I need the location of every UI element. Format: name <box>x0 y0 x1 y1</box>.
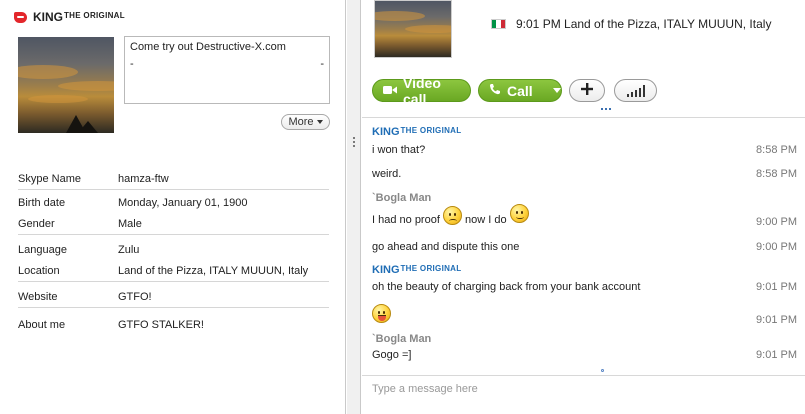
profile-info-group-1: Skype Name hamza-ftw <box>18 168 329 190</box>
field-label: Website <box>18 290 58 303</box>
divider <box>18 189 329 190</box>
mood-line-2-right: - <box>320 58 324 70</box>
profile-avatar <box>18 37 114 133</box>
field-value: Male <box>118 217 142 230</box>
sad-emoticon <box>442 206 462 225</box>
sender-name-suffix: THE ORIGINAL <box>400 126 462 135</box>
conversation-history: KINGTHE ORIGINAL i won that? 8:58 PM wei… <box>362 117 805 374</box>
message-time: 9:01 PM <box>756 281 797 293</box>
call-button[interactable]: Call <box>478 79 562 102</box>
message-text: i won that? <box>372 144 426 156</box>
video-call-label: Video call <box>403 74 441 107</box>
field-value: GTFO STALKER! <box>118 318 204 331</box>
message-text: go ahead and dispute this one <box>372 241 520 253</box>
message-time: 9:01 PM <box>756 314 797 326</box>
field-label: Birth date <box>18 196 66 209</box>
splitter-grip <box>353 137 355 139</box>
sender-name: `Bogla Man <box>372 192 432 204</box>
message-sender: `Bogla Man <box>372 192 797 204</box>
profile-info-group-2: Birth date Monday, January 01, 1900 Gende… <box>18 192 329 235</box>
contact-avatar <box>374 0 452 58</box>
field-value: Land of the Pizza, ITALY MUUUN, Italy <box>118 264 309 277</box>
message-sender: `Bogla Man <box>372 333 797 345</box>
chat-message: oh the beauty of charging back from your… <box>372 281 797 293</box>
video-camera-icon <box>383 84 397 98</box>
sender-name-main: KING <box>372 264 400 276</box>
resize-handle[interactable] <box>601 108 611 110</box>
chat-pane: 9:01 PM Land of the Pizza, ITALY MUUUN, … <box>362 0 805 414</box>
field-label: Location <box>18 264 60 277</box>
mood-line-1: Come try out Destructive-X.com <box>130 41 286 53</box>
message-time: 9:00 PM <box>756 216 797 228</box>
splitter-grip <box>353 145 355 147</box>
chat-header: 9:01 PM Land of the Pizza, ITALY MUUUN, … <box>362 0 805 113</box>
call-label: Call <box>507 82 533 99</box>
video-call-button[interactable]: Video call <box>372 75 471 107</box>
divider <box>18 307 329 308</box>
message-time: 9:01 PM <box>756 349 797 361</box>
chat-message: weird. 8:58 PM <box>372 168 797 180</box>
divider <box>18 234 329 235</box>
profile-info-group-3: Language Zulu Location Land of the Pizza, … <box>18 239 329 282</box>
mood-message-box[interactable]: Come try out Destructive-X.com - - <box>124 36 330 104</box>
chevron-down-icon[interactable] <box>552 88 561 93</box>
message-text: oh the beauty of charging back from your… <box>372 281 641 293</box>
profile-info-group-4: Website GTFO! <box>18 286 329 308</box>
more-button-label: More <box>288 116 314 128</box>
message-time: 8:58 PM <box>756 168 797 180</box>
splitter-grip <box>353 141 355 143</box>
profile-header: KING THE ORIGINAL <box>14 9 125 25</box>
phone-icon <box>489 83 501 98</box>
message-text: weird. <box>372 168 402 180</box>
message-input-placeholder: Type a message here <box>372 383 478 395</box>
message-text: I had no proof <box>372 214 440 227</box>
signal-bars-icon <box>626 84 645 97</box>
profile-info-group-5: About me GTFO STALKER! <box>18 314 329 335</box>
chevron-down-icon <box>316 120 323 124</box>
profile-name-suffix: THE ORIGINAL <box>64 10 125 20</box>
call-quality-button[interactable] <box>614 79 657 102</box>
local-time-text: 9:01 PM Land of the Pizza, ITALY MUUUN, … <box>516 17 772 31</box>
tongue-emoticon <box>372 304 391 323</box>
chat-message: Gogo =] 9:01 PM <box>372 349 797 361</box>
message-time: 9:00 PM <box>756 241 797 253</box>
more-button[interactable]: More <box>281 114 330 130</box>
sender-name-suffix: THE ORIGINAL <box>400 264 462 273</box>
field-label: Skype Name <box>18 172 81 185</box>
message-sender: KINGTHE ORIGINAL <box>372 126 797 138</box>
italy-flag-icon <box>491 19 506 29</box>
chat-message: I had no proof now I do 9:00 PM <box>372 204 797 229</box>
message-text: Gogo =] <box>372 349 412 361</box>
divider <box>18 281 329 282</box>
chat-message: go ahead and dispute this one 9:00 PM <box>372 241 797 253</box>
sender-name: `Bogla Man <box>372 333 432 345</box>
mood-line-2-left: - <box>130 58 134 70</box>
pane-splitter[interactable] <box>347 0 361 414</box>
smile-emoticon <box>509 204 529 223</box>
input-resize-handle[interactable] <box>601 369 604 372</box>
message-text: now I do <box>465 214 507 227</box>
chat-message: 9:01 PM <box>372 304 797 326</box>
message-time: 8:58 PM <box>756 144 797 156</box>
field-value: hamza-ftw <box>118 172 169 185</box>
profile-name: KING <box>33 10 63 24</box>
add-button[interactable] <box>569 79 605 102</box>
sender-name: KINGTHE ORIGINAL <box>372 126 461 138</box>
profile-pane: KING THE ORIGINAL Come try out Destructi… <box>0 0 346 414</box>
sender-name-main: KING <box>372 126 400 138</box>
message-input[interactable]: Type a message here <box>362 375 805 414</box>
message-sender: KINGTHE ORIGINAL <box>372 264 797 276</box>
field-label: Language <box>18 243 67 256</box>
field-value: Zulu <box>118 243 140 256</box>
field-label: About me <box>18 318 66 331</box>
status-icon[interactable] <box>14 11 27 23</box>
field-value[interactable]: GTFO! <box>118 291 152 303</box>
local-time-location: 9:01 PM Land of the Pizza, ITALY MUUUN, … <box>491 17 771 31</box>
field-value: Monday, January 01, 1900 <box>118 196 248 209</box>
chat-message: i won that? 8:58 PM <box>372 144 797 156</box>
plus-icon <box>581 83 593 98</box>
sender-name: KINGTHE ORIGINAL <box>372 264 461 276</box>
field-label: Gender <box>18 217 55 230</box>
